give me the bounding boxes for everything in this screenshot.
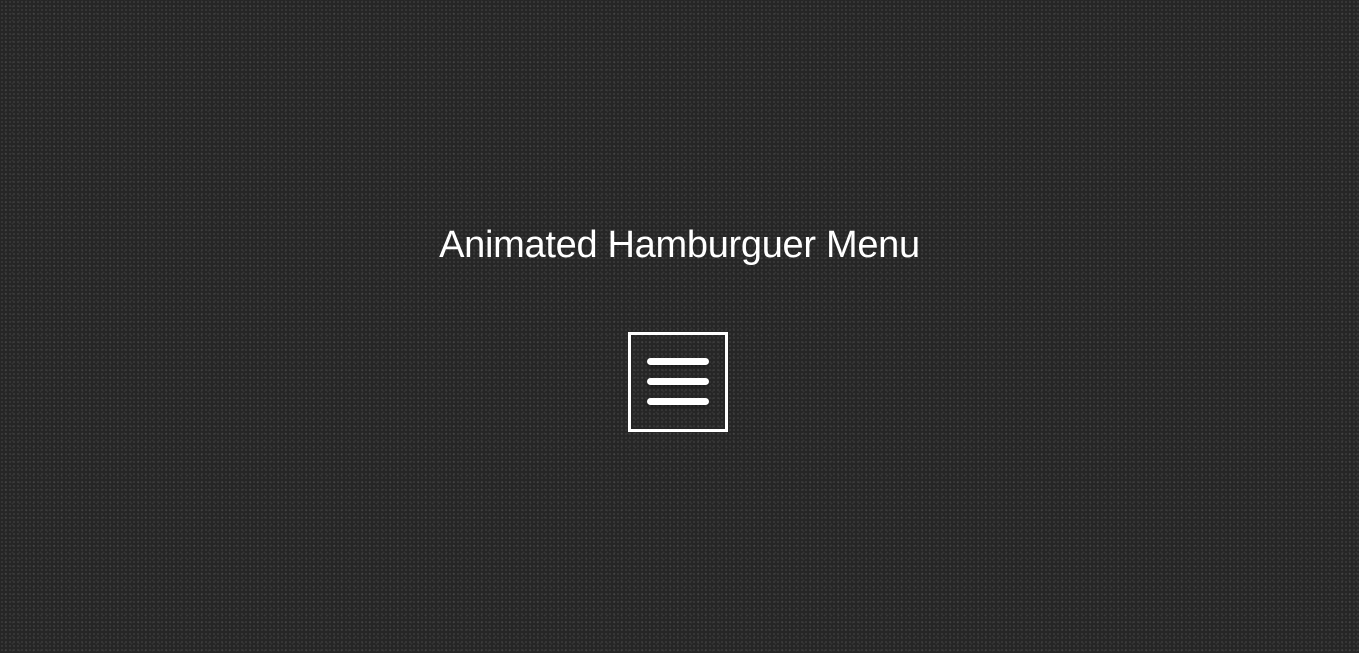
hamburger-menu-button[interactable] bbox=[628, 332, 728, 432]
hamburger-bar-middle bbox=[647, 378, 709, 385]
page-title: Animated Hamburguer Menu bbox=[439, 224, 920, 266]
hamburger-bar-bottom bbox=[647, 398, 709, 405]
hamburger-bar-top bbox=[647, 358, 709, 365]
